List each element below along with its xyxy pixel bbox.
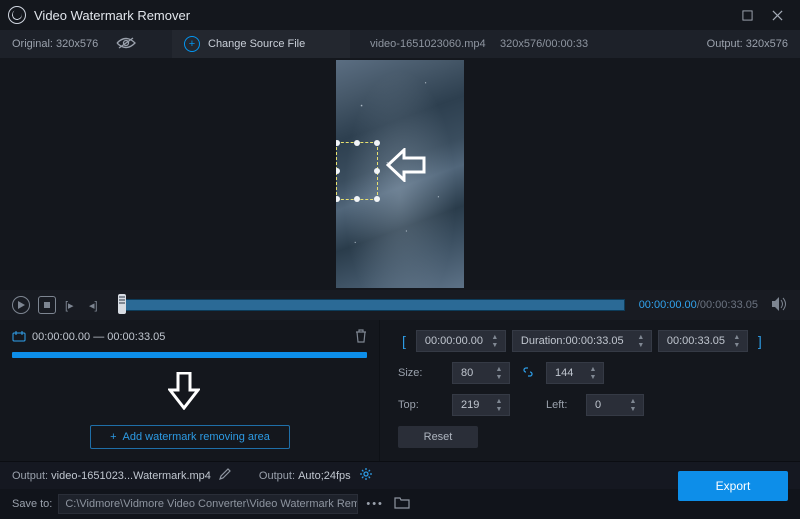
play-button[interactable] [12,296,30,314]
output-file-name: video-1651023...Watermark.mp4 [51,470,211,482]
app-title: Video Watermark Remover [34,8,732,23]
resize-handle-n[interactable] [354,140,360,146]
pos-top-input[interactable]: 219▲▼ [452,394,510,416]
properties-panel: [ 00:00:00.00▲▼ Duration:00:00:33.05▲▼ 0… [380,320,800,461]
change-source-label: Change Source File [208,38,305,50]
size-width-input[interactable]: 80▲▼ [452,362,510,384]
spin-down-icon[interactable]: ▼ [489,341,501,349]
spin-down-icon[interactable]: ▼ [635,341,647,349]
source-dims-duration: 320x576/00:00:33 [500,38,588,50]
title-bar: Video Watermark Remover [0,0,800,30]
output-format-label: Output: [259,470,295,482]
spin-up-icon[interactable]: ▲ [635,333,647,341]
pos-left-input[interactable]: 0▲▼ [586,394,644,416]
segment-row[interactable]: 00:00:00.00 — 00:00:33.05 [12,328,367,346]
segment-sep: — [93,331,104,343]
time-display: 00:00:00.00/00:00:33.05 [639,299,758,311]
resize-handle-e[interactable] [374,168,380,174]
output-dims: Output: 320x576 [707,38,788,50]
set-start-button[interactable]: [▸ [64,296,80,314]
segment-end: 00:00:33.05 [107,331,165,343]
spin-up-icon[interactable]: ▲ [627,397,639,405]
resize-handle-s[interactable] [354,196,360,202]
add-watermark-label: Add watermark removing area [123,431,270,443]
export-button[interactable]: Export [678,471,788,501]
info-bar: Original: 320x576 + Change Source File v… [0,30,800,58]
original-dims: Original: 320x576 [12,38,98,50]
resize-handle-w[interactable] [336,168,340,174]
annotation-arrow-down-icon [168,372,200,413]
close-button[interactable] [762,0,792,30]
link-aspect-icon[interactable] [522,366,534,381]
resize-handle-se[interactable] [374,196,380,202]
spin-up-icon[interactable]: ▲ [489,333,501,341]
playback-bar: [▸ ◂] 00:00:00.00/00:00:33.05 [0,290,800,320]
svg-text:[▸: [▸ [65,300,74,312]
resize-handle-nw[interactable] [336,140,340,146]
minimize-button[interactable] [732,0,762,30]
top-label: Top: [398,399,446,411]
preview-toggle-icon[interactable] [116,36,136,53]
stop-button[interactable] [38,296,56,314]
range-end-bracket-button[interactable]: ] [754,333,766,349]
spin-down-icon[interactable]: ▼ [587,373,599,381]
range-duration-input[interactable]: Duration:00:00:33.05▲▼ [512,330,652,352]
browse-path-button[interactable]: ••• [366,498,384,510]
segment-start: 00:00:00.00 [32,331,90,343]
resize-handle-sw[interactable] [336,196,340,202]
settings-panels: 00:00:00.00 — 00:00:33.05 + Add watermar… [0,320,800,461]
range-start-bracket-button[interactable]: [ [398,333,410,349]
plus-icon: + [110,431,116,443]
seek-playhead[interactable] [118,294,126,314]
range-start-input[interactable]: 00:00:00.00▲▼ [416,330,506,352]
video-preview[interactable] [0,58,800,290]
spin-up-icon[interactable]: ▲ [493,365,505,373]
left-label: Left: [546,399,580,411]
output-file-label: Output: [12,470,48,482]
volume-icon[interactable] [772,297,788,314]
spin-up-icon[interactable]: ▲ [493,397,505,405]
save-path-input[interactable]: C:\Vidmore\Vidmore Video Converter\Video… [58,494,358,514]
set-end-button[interactable]: ◂] [88,296,104,314]
delete-segment-button[interactable] [355,329,367,346]
app-logo-icon [8,6,26,24]
segments-panel: 00:00:00.00 — 00:00:33.05 + Add watermar… [0,320,380,461]
edit-output-name-button[interactable] [219,468,231,483]
save-to-label: Save to: [12,498,52,510]
range-end-input[interactable]: 00:00:33.05▲▼ [658,330,748,352]
reset-button[interactable]: Reset [398,426,478,448]
spin-down-icon[interactable]: ▼ [627,405,639,413]
spin-up-icon[interactable]: ▲ [587,365,599,373]
source-filename: video-1651023060.mp4 [370,38,486,50]
spin-down-icon[interactable]: ▼ [493,405,505,413]
add-watermark-area-button[interactable]: + Add watermark removing area [90,425,290,449]
svg-text:◂]: ◂] [89,300,98,312]
change-source-button[interactable]: + Change Source File [172,30,350,58]
resize-handle-ne[interactable] [374,140,380,146]
seek-track[interactable] [118,298,625,312]
open-folder-button[interactable] [394,496,410,512]
segment-range-bar[interactable] [12,352,367,358]
output-settings-button[interactable] [359,467,373,484]
size-label: Size: [398,367,446,379]
output-format-value: Auto;24fps [298,470,351,482]
spin-down-icon[interactable]: ▼ [731,341,743,349]
spin-down-icon[interactable]: ▼ [493,373,505,381]
watermark-selection-box[interactable] [336,142,378,200]
plus-circle-icon: + [184,36,200,52]
spin-up-icon[interactable]: ▲ [731,333,743,341]
segment-icon [12,330,26,344]
size-height-input[interactable]: 144▲▼ [546,362,604,384]
annotation-arrow-left-icon [386,148,426,185]
